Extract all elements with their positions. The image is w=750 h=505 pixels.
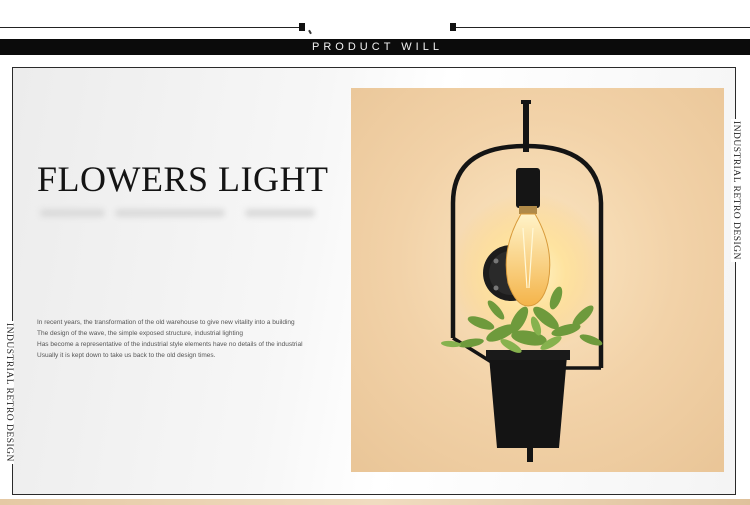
side-label-left: INDUSTRIAL RETRO DESIGN [4, 321, 14, 464]
side-label-right: INDUSTRIAL RETRO DESIGN [731, 119, 741, 262]
wall-lamp-with-plant-pot-icon [351, 88, 724, 472]
blurred-text-2 [115, 209, 225, 217]
top-rule-right [455, 27, 750, 28]
top-marker-left [299, 23, 305, 31]
body-line: Usually it is kept down to take us back … [37, 352, 216, 359]
product-image [351, 88, 724, 472]
bottom-strip [0, 499, 750, 505]
blurred-text-3 [245, 209, 315, 217]
top-rule-left [0, 27, 300, 28]
cursor-mark [308, 29, 312, 35]
body-line: The design of the wave, the simple expos… [37, 330, 243, 337]
body-line: In recent years, the transformation of t… [37, 319, 295, 326]
top-marker-right [450, 23, 456, 31]
body-line: Has become a representative of the indus… [37, 341, 303, 348]
header-title: PRODUCT WILL [285, 39, 470, 55]
hero-body: In recent years, the transformation of t… [37, 317, 337, 361]
hero-heading: FLOWERS LIGHT [37, 159, 329, 199]
blurred-text-1 [40, 209, 105, 217]
